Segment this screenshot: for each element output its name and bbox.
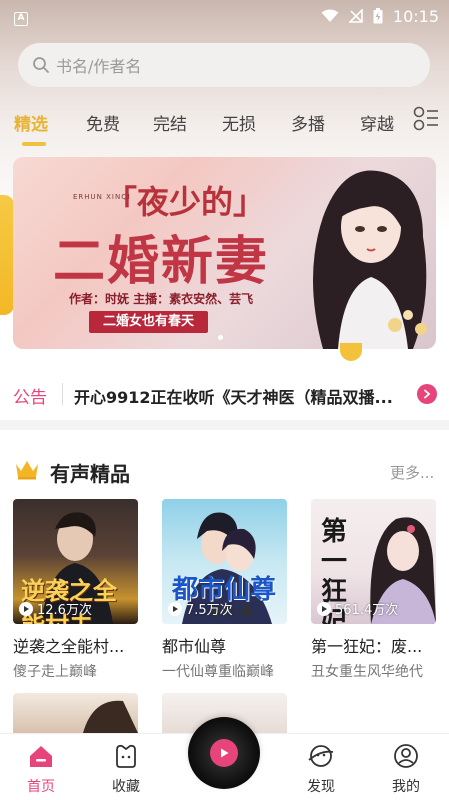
- status-bar: A 10:15: [0, 0, 449, 32]
- play-count-value: 12.6万次: [37, 603, 92, 618]
- search-input[interactable]: 书名/作者名: [18, 43, 430, 87]
- wifi-icon: [321, 9, 339, 22]
- nav-favorites-label: 收藏: [112, 779, 140, 795]
- more-link[interactable]: 更多...: [390, 462, 434, 483]
- banner-pagination: [218, 335, 223, 340]
- banner-title-line2: 二婚新妻: [53, 231, 270, 292]
- notification-badge-icon: A: [14, 12, 28, 26]
- tab-active-indicator: [22, 142, 46, 146]
- nav-home-label: 首页: [27, 779, 55, 795]
- no-signal-icon: [348, 9, 363, 23]
- tab-lossless[interactable]: 无损: [222, 110, 256, 135]
- category-tabs: 精选 免费 完结 无损 多播 穿越: [0, 100, 449, 148]
- play-count-value: 7.5万次: [186, 603, 233, 618]
- nav-profile-label: 我的: [392, 779, 420, 795]
- book-title: 都市仙尊: [162, 637, 227, 656]
- banner-credits: 作者：时妩 主播：素衣安然、芸飞: [69, 292, 254, 306]
- banner-illustration: [313, 170, 427, 349]
- announcement-bar[interactable]: 公告 开心9912正在收听《天才神医（精品双播...: [0, 370, 449, 416]
- tab-completed[interactable]: 完结: [153, 110, 187, 135]
- play-icon: [19, 601, 33, 616]
- play-count: 7.5万次: [168, 599, 233, 618]
- category-grid-icon[interactable]: [413, 106, 439, 132]
- play-icon: [210, 739, 238, 767]
- book-cover: 第一狂妃 561.4万次: [311, 499, 436, 624]
- announcement-text: 开心9912正在收听《天才神医（精品双播...: [74, 388, 393, 407]
- book-description: 一代仙尊重临巅峰: [162, 664, 274, 680]
- banner-title-line1: 「夜少的」: [105, 183, 266, 221]
- play-count: 12.6万次: [19, 599, 92, 618]
- section-header: 有声精品 更多...: [0, 448, 449, 488]
- tab-free[interactable]: 免费: [86, 110, 120, 135]
- book-card[interactable]: 都市仙尊 洛书◎著 7.5万次 都市仙尊 一代仙尊重临巅峰: [162, 499, 287, 681]
- tab-multicast[interactable]: 多播: [291, 110, 325, 135]
- book-description: 丑女重生风华绝代: [311, 664, 423, 680]
- book-title: 逆袭之全能村...: [13, 637, 125, 656]
- section-divider: [0, 420, 449, 430]
- nav-profile[interactable]: 我的: [376, 742, 436, 796]
- book-card[interactable]: 第一狂妃 561.4万次 第一狂妃：废... 丑女重生风华绝代: [311, 499, 436, 681]
- banner-decoration: [0, 195, 14, 315]
- promo-banner[interactable]: ERHUN XINQI 「夜少的」 二婚新妻 作者：时妩 主播：素衣安然、芸飞 …: [13, 157, 436, 349]
- nav-discover-label: 发现: [307, 779, 335, 795]
- home-icon: [30, 746, 52, 767]
- chevron-right-icon[interactable]: [417, 384, 437, 404]
- announcement-label: 公告: [13, 388, 47, 408]
- player-disc-button[interactable]: [188, 717, 260, 789]
- section-title: 有声精品: [50, 462, 130, 486]
- crown-icon: [16, 461, 38, 480]
- discover-icon: [308, 745, 334, 767]
- profile-icon: [394, 744, 418, 768]
- banner-dot-active: [218, 335, 223, 340]
- play-icon: [317, 601, 331, 616]
- play-count: 561.4万次: [317, 599, 398, 618]
- tab-featured[interactable]: 精选: [14, 110, 48, 135]
- book-card[interactable]: 逆袭之全能村夫 12.6万次 逆袭之全能村... 傻子走上巅峰: [13, 499, 138, 681]
- search-placeholder: 书名/作者名: [56, 57, 142, 76]
- book-description: 傻子走上巅峰: [13, 664, 97, 680]
- battery-icon: [373, 8, 383, 24]
- book-title: 第一狂妃：废...: [311, 637, 423, 656]
- search-icon: [33, 57, 49, 73]
- book-cover: 逆袭之全能村夫 12.6万次: [13, 499, 138, 624]
- announcement-divider: [62, 383, 63, 405]
- book-cover-partial[interactable]: [13, 693, 138, 733]
- status-left: A: [14, 6, 28, 26]
- status-right: 10:15: [321, 7, 439, 26]
- play-icon: [168, 601, 182, 616]
- book-cover: 都市仙尊 洛书◎著 7.5万次: [162, 499, 287, 624]
- play-count-value: 561.4万次: [335, 603, 399, 618]
- tab-time-travel[interactable]: 穿越: [360, 110, 394, 135]
- nav-home[interactable]: 首页: [11, 742, 71, 796]
- nav-favorites[interactable]: 收藏: [96, 742, 156, 796]
- nav-discover[interactable]: 发现: [291, 742, 351, 796]
- status-time: 10:15: [392, 6, 439, 26]
- banner-slogan: 二婚女也有春天: [89, 311, 209, 333]
- favorites-icon: [116, 744, 136, 768]
